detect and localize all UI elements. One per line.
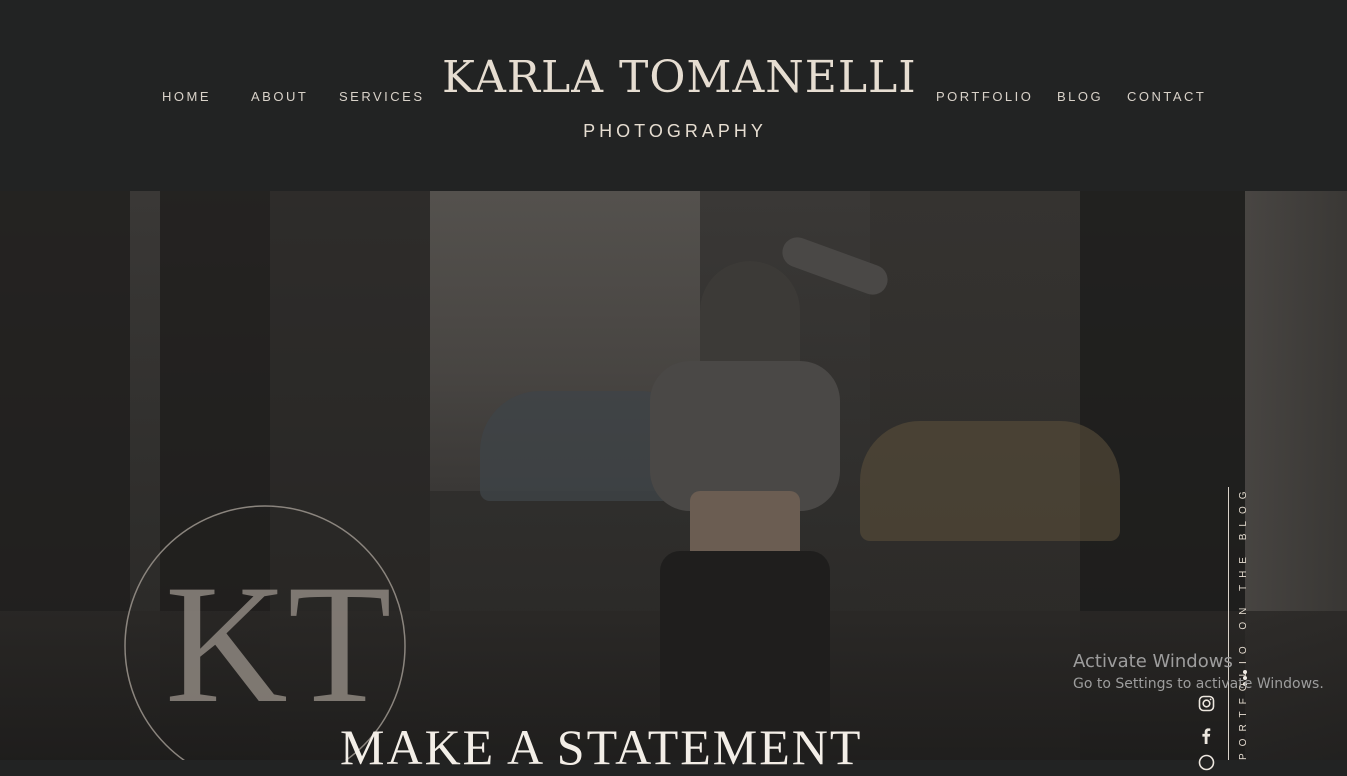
activate-windows-title: Activate Windows	[1073, 651, 1233, 672]
facebook-icon[interactable]	[1198, 727, 1215, 744]
activate-windows-subtitle: Go to Settings to activate Windows.	[1073, 676, 1324, 692]
monogram-letters: KT	[165, 550, 392, 738]
nav-home-link[interactable]: HOME	[162, 89, 211, 104]
instagram-icon[interactable]	[1198, 695, 1215, 712]
brand-logo[interactable]: KARLA TOMANELLI	[442, 52, 916, 103]
side-divider-line	[1228, 487, 1229, 760]
nav-contact-link[interactable]: CONTACT	[1127, 89, 1206, 104]
nav-about-link[interactable]: ABOUT	[251, 89, 308, 104]
hero-headline: MAKE A STATEMENT	[340, 719, 863, 775]
nav-portfolio-link[interactable]: PORTFOLIO	[936, 89, 1033, 104]
brand-subtitle: PHOTOGRAPHY	[583, 121, 767, 141]
site-header: HOME ABOUT SERVICES KARLA TOMANELLI PHOT…	[0, 0, 1347, 191]
hero-section: KT	[0, 191, 1347, 760]
nav-services-link[interactable]: SERVICES	[339, 89, 425, 104]
pinterest-icon[interactable]	[1198, 754, 1215, 771]
side-vertical-text[interactable]: PORTFOLIO ON THE BLOG	[1238, 484, 1249, 760]
nav-blog-link[interactable]: BLOG	[1057, 89, 1103, 104]
